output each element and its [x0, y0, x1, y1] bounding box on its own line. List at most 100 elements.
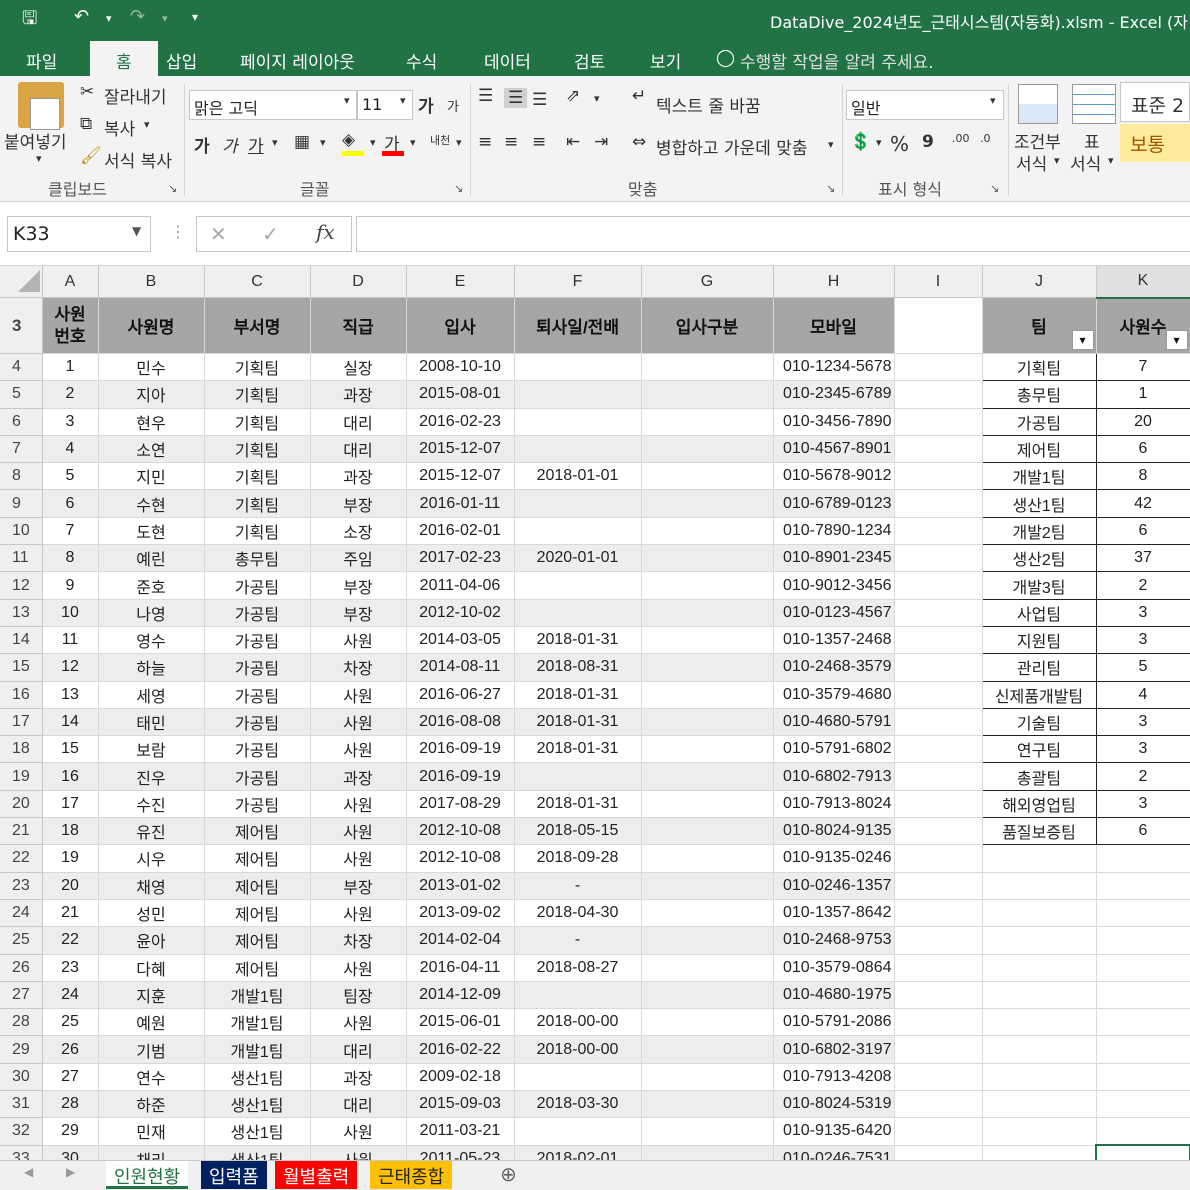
cell-team[interactable]: 개발2팀 [981, 516, 1097, 546]
cell-join-date[interactable]: 2016-06-27 [406, 681, 515, 709]
column-header-J[interactable]: J [982, 266, 1097, 298]
cell-name[interactable]: 예린 [98, 544, 205, 573]
grow-font-button[interactable]: 가 [418, 92, 434, 117]
row-header[interactable]: 28 [0, 1008, 43, 1037]
cell-team-count[interactable]: 7 [1095, 352, 1190, 382]
conditional-dropdown-icon[interactable]: ▾ [1054, 154, 1060, 167]
cell-dept[interactable]: 생산1팀 [204, 1117, 311, 1146]
cell-join-type[interactable] [641, 817, 774, 846]
cell-mobile[interactable]: 010-5791-6802 [773, 735, 895, 764]
cell-join-date[interactable]: 2017-08-29 [406, 790, 515, 819]
cell-emp-id[interactable]: 22 [42, 926, 99, 955]
align-right-icon[interactable]: ≡ [532, 132, 546, 152]
cell-team[interactable]: 가공팀 [981, 407, 1097, 436]
format-as-table-button-line2[interactable]: 서식 [1070, 150, 1101, 175]
style-neutral[interactable]: 보통 [1120, 124, 1190, 162]
cell-dept[interactable]: 기획팀 [204, 517, 311, 546]
tab-home[interactable]: 홈 [90, 41, 158, 76]
cell-leave-date[interactable]: 2020-01-01 [514, 544, 642, 573]
cell-i[interactable] [894, 981, 983, 1010]
cell-leave-date[interactable]: 2018-01-31 [514, 681, 642, 709]
cell-emp-id[interactable]: 17 [42, 790, 99, 819]
cell-leave-date[interactable] [514, 599, 642, 627]
cell-join-date[interactable]: 2014-02-04 [406, 926, 515, 955]
cell-join-date[interactable]: 2013-09-02 [406, 899, 515, 928]
cell-join-type[interactable] [641, 708, 774, 737]
cell-name[interactable]: 준호 [98, 571, 205, 600]
row-header[interactable]: 20 [0, 790, 43, 819]
merge-center-icon[interactable]: ⇔ [632, 132, 646, 152]
cell-leave-date[interactable]: 2018-03-30 [514, 1090, 642, 1119]
cell-join-date[interactable]: 2008-10-10 [406, 353, 515, 382]
cell-i[interactable] [894, 599, 983, 627]
cell-emp-id[interactable]: 21 [42, 899, 99, 928]
cell-emp-id[interactable]: 25 [42, 1008, 99, 1037]
row-header[interactable]: 16 [0, 681, 43, 709]
cell-join-type[interactable] [641, 872, 774, 900]
sheet-tab-2[interactable]: 입력폼 [201, 1161, 267, 1189]
cell-i[interactable] [894, 380, 983, 409]
increase-decimal-button[interactable]: .00 [952, 132, 970, 145]
cell-emp-id[interactable]: 26 [42, 1035, 99, 1064]
cell-team-count[interactable]: 3 [1095, 625, 1190, 655]
cell-mobile[interactable]: 010-2345-6789 [773, 380, 895, 409]
cell-name[interactable]: 진우 [98, 762, 205, 791]
cell-join-date[interactable]: 2016-02-01 [406, 517, 515, 546]
cell-name[interactable]: 민수 [98, 353, 205, 382]
name-box[interactable]: K33 [7, 216, 151, 252]
row-header[interactable]: 23 [0, 872, 43, 900]
cell-leave-date[interactable]: 2018-02-01 [514, 1145, 642, 1160]
cell-join-type[interactable] [641, 626, 774, 655]
cell-rank[interactable]: 과장 [310, 762, 407, 791]
cell-i[interactable] [894, 1063, 983, 1092]
cell-team-count[interactable]: 3 [1095, 598, 1190, 627]
cell-rank[interactable]: 과장 [310, 462, 407, 491]
currency-dropdown-icon[interactable]: ▾ [876, 136, 882, 149]
cell-mobile[interactable]: 010-9135-0246 [773, 844, 895, 873]
cell-k[interactable] [1096, 981, 1190, 1010]
copy-icon[interactable]: ⧉ [80, 114, 92, 134]
cell-leave-date[interactable] [514, 762, 642, 791]
cell-leave-date[interactable]: 2018-05-15 [514, 817, 642, 846]
cell-team-count[interactable]: 42 [1095, 489, 1190, 518]
align-middle-icon[interactable]: ☰ [504, 88, 528, 108]
cell-emp-id[interactable]: 23 [42, 954, 99, 982]
cell-join-type[interactable] [641, 599, 774, 627]
cell-mobile[interactable]: 010-5791-2086 [773, 1008, 895, 1037]
cell-name[interactable]: 태민 [98, 708, 205, 737]
cell-leave-date[interactable] [514, 1117, 642, 1146]
cell-mobile[interactable]: 010-4680-1975 [773, 981, 895, 1010]
cell-team[interactable]: 지원팀 [981, 625, 1097, 655]
cell-join-date[interactable]: 2011-04-06 [406, 571, 515, 600]
cell-dept[interactable]: 개발1팀 [204, 1035, 311, 1064]
cell-emp-id[interactable]: 2 [42, 380, 99, 409]
cell-emp-id[interactable]: 24 [42, 981, 99, 1010]
format-painter-icon[interactable]: 🖌 [80, 146, 102, 166]
cell-rank[interactable]: 사원 [310, 681, 407, 709]
cell-team[interactable]: 생산2팀 [981, 544, 1097, 573]
cell-j[interactable] [982, 1117, 1097, 1146]
cell-join-type[interactable] [641, 681, 774, 709]
cell-rank[interactable]: 과장 [310, 1063, 407, 1092]
cell-rank[interactable]: 사원 [310, 954, 407, 982]
cell-team-count[interactable]: 4 [1095, 680, 1190, 709]
cell-dept[interactable]: 제어팀 [204, 872, 311, 900]
cell-join-date[interactable]: 2015-06-01 [406, 1008, 515, 1037]
cell-dept[interactable]: 기획팀 [204, 353, 311, 382]
conditional-format-icon[interactable] [1018, 84, 1058, 124]
cell-join-type[interactable] [641, 1008, 774, 1037]
cell-rank[interactable]: 사원 [310, 1008, 407, 1037]
row-header[interactable]: 11 [0, 544, 43, 573]
cell-emp-id[interactable]: 16 [42, 762, 99, 791]
cell-i[interactable] [894, 489, 983, 518]
tab-formulas[interactable]: 수식 [406, 48, 437, 73]
row-header[interactable]: 4 [0, 353, 43, 382]
cell-i[interactable] [894, 844, 983, 873]
tab-file[interactable]: 파일 [26, 48, 57, 73]
cell-k[interactable] [1096, 872, 1190, 900]
merge-center-button[interactable]: 병합하고 가운데 맞춤 [656, 134, 808, 159]
cell-name[interactable]: 보람 [98, 735, 205, 764]
format-as-table-icon[interactable] [1072, 84, 1116, 124]
insert-function-button[interactable]: fx [316, 220, 335, 244]
cell-rank[interactable]: 대리 [310, 1090, 407, 1119]
